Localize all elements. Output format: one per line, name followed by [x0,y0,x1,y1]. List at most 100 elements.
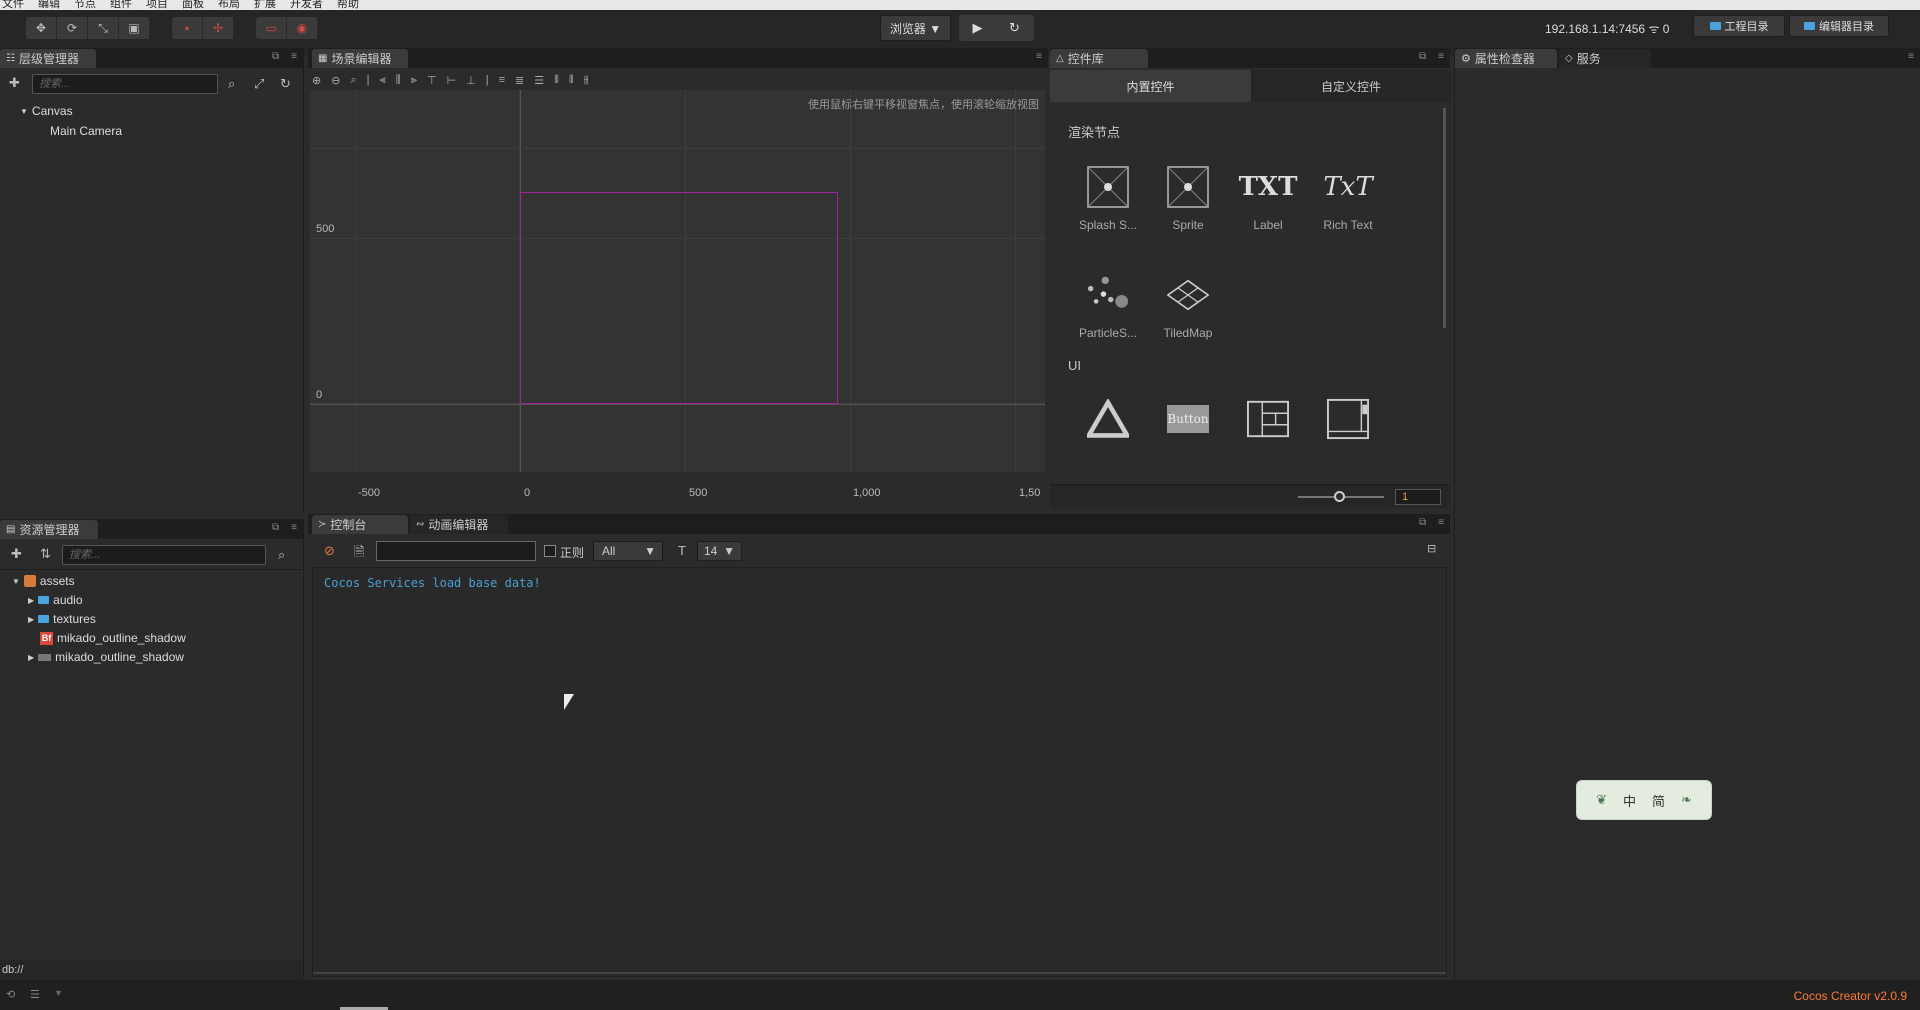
lib-item-tiledmap[interactable]: TiledMap [1148,274,1228,340]
lib-item-richtext[interactable]: TxT Rich Text [1308,166,1388,232]
distribute-hcenter-icon[interactable]: ⫴ [569,74,574,87]
tree-node-main-camera[interactable]: Main Camera [50,124,122,138]
asset-root[interactable]: ▼ assets [12,574,75,588]
menu-component[interactable]: 组件 [110,0,132,10]
zoom-in-icon[interactable]: ⊕ [312,74,321,87]
search-icon[interactable]: ⌕ [278,547,285,563]
assets-search-input[interactable]: 搜索... [62,545,266,565]
lib-item-button[interactable]: Button [1148,398,1228,450]
lib-item-label[interactable]: TXT Label [1228,166,1308,232]
distribute-right-icon[interactable]: ⫵ [584,74,589,87]
panel-menu-icon[interactable]: ≡ [291,522,297,533]
menu-file[interactable]: 文件 [2,0,24,10]
log-icon[interactable]: ☰ [30,988,40,1001]
canvas-frame[interactable] [520,192,838,404]
collapse-arrow-icon[interactable]: ▼ [20,107,28,116]
align-hcenter-icon[interactable]: ⫼ [396,74,401,87]
menu-node[interactable]: 节点 [74,0,96,10]
menu-panel[interactable]: 面板 [182,0,204,10]
tab-library[interactable]: △ 控件库 [1050,49,1148,68]
collapse-console-icon[interactable]: ⊟ [1427,542,1436,555]
clear-console-icon[interactable]: ⊘ [324,543,335,559]
library-scrollbar[interactable] [1443,108,1446,328]
ime-lang[interactable]: 中 [1623,791,1636,810]
lib-item-widget[interactable] [1068,398,1148,450]
tab-custom-controls[interactable]: 自定义控件 [1251,70,1451,102]
menu-help[interactable]: 帮助 [337,0,359,10]
asset-folder-audio[interactable]: ▶ audio [28,593,83,607]
popout-icon[interactable]: ⧉ [1419,51,1426,62]
menu-project[interactable]: 项目 [146,0,168,10]
hierarchy-search-input[interactable]: 搜索... [32,74,218,94]
expand-arrow-icon[interactable]: ▶ [28,615,34,624]
skin-icon[interactable]: ❧ [1681,792,1692,808]
expand-arrow-icon[interactable]: ▶ [28,596,34,605]
collapse-arrow-icon[interactable]: ▼ [12,577,20,586]
expand-arrow-icon[interactable]: ▶ [28,653,34,662]
distribute-left-icon[interactable]: ⦀ [554,74,559,87]
tab-console[interactable]: ≻ 控制台 [312,515,408,534]
tab-builtin-controls[interactable]: 内置控件 [1050,70,1251,102]
log-level-select[interactable]: All ▼ [593,541,663,561]
tab-services[interactable]: ◇ 服务 [1559,49,1651,68]
panel-menu-icon[interactable]: ≡ [1438,517,1444,528]
zoom-value-input[interactable]: 1 [1395,489,1441,505]
menu-edit[interactable]: 编辑 [38,0,60,10]
font-size-select[interactable]: 14 ▼ [697,541,742,561]
distribute-top-icon[interactable]: ≡ [499,74,505,86]
popout-icon[interactable]: ⧉ [272,522,279,533]
panel-menu-icon[interactable]: ≡ [291,51,297,62]
popout-icon[interactable]: ⧉ [1419,517,1426,528]
lib-item-scrollview[interactable] [1308,398,1388,450]
panel-menu-icon[interactable]: ≡ [1908,51,1914,62]
zoom-out-icon[interactable]: ⊖ [331,74,340,87]
tab-assets[interactable]: ▤ 资源管理器 [0,520,98,539]
view-2d-icon[interactable]: ▭ [256,17,287,39]
tree-node-canvas[interactable]: ▼ Canvas [20,104,73,118]
sync-icon[interactable]: ⟲ [6,988,15,1001]
lib-item-splash[interactable]: Splash S... [1068,166,1148,232]
distribute-vcenter-icon[interactable]: ≣ [515,74,524,87]
align-right-icon[interactable]: ⫸ [411,74,417,87]
lib-item-particle[interactable]: ParticleS... [1068,274,1148,340]
align-vcenter-icon[interactable]: ⊢ [447,74,457,87]
ime-mode[interactable]: 简 [1652,791,1665,810]
lib-item-layout[interactable] [1228,398,1308,450]
dropdown-arrow-icon[interactable]: ▼ [54,988,63,998]
expand-icon[interactable]: ⤢ [254,76,264,92]
distribute-bottom-icon[interactable]: ☰ [534,74,544,87]
align-left-icon[interactable]: ⫷ [379,74,385,87]
ime-toolbar[interactable]: ❦ 中 简 ❧ [1576,780,1712,820]
zoom-slider-thumb[interactable] [1334,491,1345,502]
refresh-icon[interactable]: ↻ [996,15,1033,41]
asset-texture[interactable]: ▶ mikado_outline_shadow [28,650,184,664]
tab-animation[interactable]: ∾ 动画编辑器 [410,515,508,534]
view-3d-icon[interactable]: ◉ [287,17,318,39]
scene-viewport[interactable]: 使用鼠标右键平移视窗焦点，使用滚轮缩放视图 500 0 -500 0 500 1… [310,90,1045,505]
asset-folder-textures[interactable]: ▶ textures [28,612,96,626]
align-bottom-icon[interactable]: ⊥ [466,74,476,87]
move-tool-icon[interactable]: ✥ [26,17,57,39]
panel-menu-icon[interactable]: ≡ [1438,51,1444,62]
open-log-icon[interactable]: 🗎 [354,543,364,565]
preview-platform-select[interactable]: 浏览器 ▼ [880,15,951,41]
popout-icon[interactable]: ⧉ [272,51,279,62]
scale-tool-icon[interactable]: ⤡ [88,17,119,39]
align-top-icon[interactable]: ⊤ [427,74,437,87]
lib-item-sprite[interactable]: Sprite [1148,166,1228,232]
refresh-icon[interactable]: ↻ [280,76,291,92]
search-icon[interactable]: ⌕ [228,76,235,92]
tab-inspector[interactable]: ⚙ 属性检查器 [1455,49,1557,68]
add-node-icon[interactable]: ✚ [9,75,20,91]
play-icon[interactable]: ▶ [959,15,996,41]
regex-checkbox[interactable] [544,545,556,557]
add-asset-icon[interactable]: ✚ [11,546,22,562]
project-dir-button[interactable]: 工程目录 [1693,15,1785,37]
rect-tool-icon[interactable]: ▣ [119,17,150,39]
zoom-reset-icon[interactable]: ⌕ [350,74,356,87]
panel-menu-icon[interactable]: ≡ [1036,51,1042,62]
tab-hierarchy[interactable]: ☷ 层级管理器 [0,49,96,68]
menu-extension[interactable]: 扩展 [254,0,276,10]
menu-developer[interactable]: 开发者 [290,0,323,10]
tab-scene[interactable]: ▦ 场景编辑器 [312,49,408,68]
